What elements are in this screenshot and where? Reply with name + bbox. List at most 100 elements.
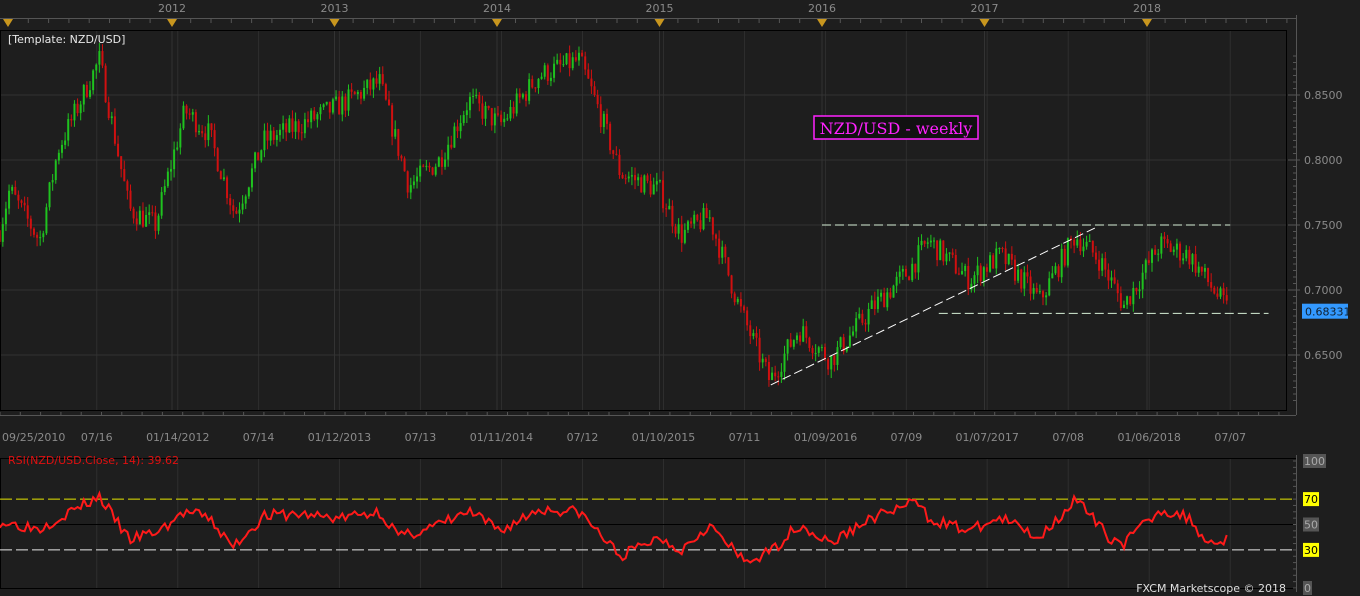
candle xyxy=(503,118,506,123)
candle xyxy=(895,276,898,286)
candle xyxy=(627,176,630,179)
candle xyxy=(1104,258,1107,270)
year-label: 2015 xyxy=(646,2,674,15)
candle xyxy=(129,190,132,209)
time-tick-label: 07/07 xyxy=(1214,431,1246,444)
candle xyxy=(384,84,387,100)
candle xyxy=(272,130,275,140)
candle xyxy=(117,143,120,157)
candle xyxy=(269,130,272,141)
candle xyxy=(60,144,63,153)
time-tick-label: 09/25/2010 xyxy=(2,431,65,444)
candle xyxy=(1073,239,1076,246)
candle xyxy=(889,292,892,298)
candle xyxy=(303,119,306,134)
candle xyxy=(194,112,197,133)
price-tick-label: 0.7000 xyxy=(1304,284,1343,297)
candle xyxy=(596,94,599,105)
candle xyxy=(929,240,932,243)
candle xyxy=(696,214,699,221)
candle xyxy=(210,123,213,131)
candle xyxy=(216,148,219,172)
candle xyxy=(531,79,534,88)
candle xyxy=(82,84,85,105)
candle xyxy=(204,133,207,141)
candle xyxy=(235,210,238,214)
candle xyxy=(1163,236,1166,240)
rsi-tick-label: 0 xyxy=(1304,582,1311,595)
candle xyxy=(948,252,951,254)
candle xyxy=(0,230,1,242)
candle xyxy=(830,355,833,370)
candle xyxy=(546,65,549,81)
candle xyxy=(786,339,789,354)
candle xyxy=(792,340,795,347)
candle xyxy=(932,240,935,242)
candle xyxy=(42,233,45,238)
candle xyxy=(1179,243,1182,261)
candle xyxy=(518,93,521,98)
candle xyxy=(475,94,478,96)
candle xyxy=(574,57,577,61)
candle xyxy=(1023,272,1026,289)
candle xyxy=(1101,258,1104,271)
candle xyxy=(954,254,957,274)
candle xyxy=(951,252,954,255)
candle xyxy=(394,129,397,137)
candle xyxy=(238,209,241,214)
candle xyxy=(104,65,107,103)
candle xyxy=(500,114,503,123)
candle xyxy=(724,246,727,258)
candle xyxy=(739,299,742,307)
candle xyxy=(942,240,945,262)
candle xyxy=(1032,288,1035,294)
candle xyxy=(799,335,802,342)
candle xyxy=(883,292,886,308)
candle xyxy=(1013,259,1016,281)
candle xyxy=(855,318,858,332)
candle xyxy=(453,126,456,148)
time-tick-label: 01/12/2013 xyxy=(308,431,371,444)
candle xyxy=(615,153,618,155)
candle xyxy=(257,152,260,161)
candle xyxy=(1185,249,1188,259)
candle xyxy=(693,214,696,224)
candle xyxy=(1169,243,1172,252)
candle xyxy=(132,208,135,219)
candle xyxy=(391,105,394,137)
candle xyxy=(347,89,350,111)
candle xyxy=(746,310,749,326)
candle xyxy=(559,59,562,65)
candle xyxy=(1213,287,1216,294)
candle xyxy=(565,53,568,65)
candle xyxy=(1154,249,1157,255)
candle xyxy=(1017,269,1020,281)
candle xyxy=(92,70,95,91)
candle xyxy=(328,101,331,113)
candle xyxy=(409,185,412,193)
candle xyxy=(79,104,82,114)
candle xyxy=(733,293,736,303)
year-label: 2014 xyxy=(483,2,511,15)
candle xyxy=(11,186,14,191)
candle xyxy=(431,167,434,175)
candle xyxy=(344,96,347,111)
candle xyxy=(858,313,861,319)
candle xyxy=(1107,269,1110,281)
candle xyxy=(484,105,487,119)
candle xyxy=(260,150,263,161)
annotation-box[interactable]: NZD/USD - weekly xyxy=(813,115,979,140)
candle xyxy=(521,94,524,98)
candle xyxy=(1216,293,1219,297)
candle xyxy=(141,210,144,227)
candle xyxy=(244,196,247,204)
candle xyxy=(369,79,372,90)
candle xyxy=(1200,266,1203,272)
candle xyxy=(107,102,110,119)
candle xyxy=(188,113,191,115)
candle xyxy=(48,182,51,208)
candle xyxy=(154,212,157,231)
candle xyxy=(549,77,552,81)
candle xyxy=(1045,295,1048,298)
candle xyxy=(300,132,303,134)
